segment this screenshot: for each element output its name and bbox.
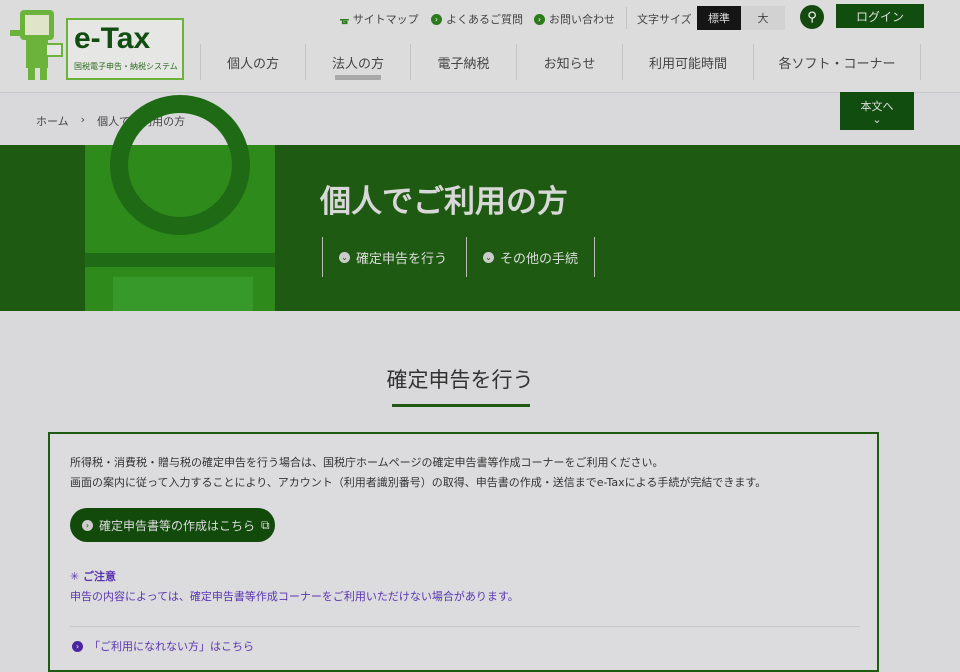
- chevron-right-icon: ›: [80, 113, 86, 126]
- sitemap-label: サイトマップ: [352, 13, 419, 26]
- search-icon: ⚲: [807, 9, 817, 25]
- chevron-right-icon: ›: [72, 640, 83, 652]
- title-underline: [392, 404, 530, 407]
- nav-individual[interactable]: 個人の方: [200, 44, 305, 80]
- filing-info-box: 所得税・消費税・贈与税の確定申告を行う場合は、国税庁ホームページの確定申告書等作…: [48, 432, 879, 672]
- nav-e-payment[interactable]: 電子納税: [410, 44, 516, 80]
- nav-software[interactable]: 各ソフト・コーナー: [753, 44, 921, 80]
- asterisk-icon: ✳: [70, 570, 84, 583]
- chevron-right-icon: ›: [534, 13, 545, 25]
- hero-link-filing[interactable]: ⌄ 確定申告を行う: [322, 237, 463, 277]
- font-size-label: 文字サイズ: [637, 13, 692, 26]
- notice-text: 申告の内容によっては、確定申告書等作成コーナーをご利用いただけない場合があります…: [70, 590, 519, 603]
- contact-link[interactable]: › お問い合わせ: [534, 11, 615, 27]
- cta-label: 確定申告書等の作成はこちら: [99, 518, 256, 533]
- unavailable-link-label: 「ご利用になれない方」はこちら: [89, 640, 254, 653]
- hero-link-other[interactable]: ⌄ その他の手続: [466, 237, 596, 277]
- chevron-right-icon: ›: [82, 519, 93, 531]
- mascot-icon: [10, 10, 63, 80]
- nav-news[interactable]: お知らせ: [516, 44, 622, 80]
- breadcrumb-home[interactable]: ホーム: [36, 113, 69, 129]
- nav-corporate-label: 法人の方: [331, 56, 384, 72]
- chevron-down-icon: ⌄: [339, 251, 350, 263]
- etax-logo[interactable]: e-Tax 国税電子申告・納税システム: [8, 8, 184, 82]
- chevron-down-icon: ⌄: [872, 113, 882, 126]
- unavailable-users-link[interactable]: › 「ご利用になれない方」はこちら: [72, 638, 254, 654]
- hero-banner: [0, 95, 960, 311]
- logo-text: e-Tax: [74, 22, 151, 55]
- sitemap-link[interactable]: ᚗ サイトマップ: [340, 11, 419, 27]
- intro-text-2: 画面の案内に従って入力することにより、アカウント（利用者識別番号）の取得、申告書…: [70, 476, 767, 489]
- font-size-standard-button[interactable]: 標準: [697, 6, 741, 30]
- hero-link-label: 確定申告を行う: [356, 251, 448, 267]
- page-title: 個人でご利用の方: [320, 184, 568, 220]
- chevron-right-icon: ›: [431, 13, 442, 25]
- create-return-button[interactable]: › 確定申告書等の作成はこちら ⧉: [70, 508, 275, 542]
- active-indicator: [335, 75, 381, 80]
- faq-label: よくあるご質問: [446, 13, 523, 26]
- faq-link[interactable]: › よくあるご質問: [431, 11, 523, 27]
- divider: [70, 626, 860, 627]
- search-button[interactable]: ⚲: [800, 5, 824, 29]
- skip-to-content-button[interactable]: 本文へ ⌄: [840, 92, 914, 130]
- nav-hours[interactable]: 利用可能時間: [622, 44, 753, 80]
- login-button[interactable]: ログイン: [836, 4, 924, 28]
- font-size-large-button[interactable]: 大: [741, 6, 785, 30]
- hero-link-label: その他の手続: [500, 251, 579, 267]
- sitemap-icon: ᚗ: [340, 12, 349, 26]
- contact-label: お問い合わせ: [549, 13, 615, 26]
- section-title: 確定申告を行う: [386, 368, 534, 392]
- notice-heading: ✳ ご注意: [70, 568, 116, 584]
- external-window-icon: ⧉: [261, 517, 270, 532]
- notice-title: ご注意: [83, 570, 117, 583]
- logo-subtitle: 国税電子申告・納税システム: [74, 62, 178, 71]
- intro-text-1: 所得税・消費税・贈与税の確定申告を行う場合は、国税庁ホームページの確定申告書等作…: [70, 456, 664, 469]
- skip-label: 本文へ: [860, 100, 894, 113]
- divider: [626, 7, 627, 29]
- chevron-down-icon: ⌄: [483, 251, 494, 263]
- nav-corporate[interactable]: 法人の方: [305, 44, 410, 80]
